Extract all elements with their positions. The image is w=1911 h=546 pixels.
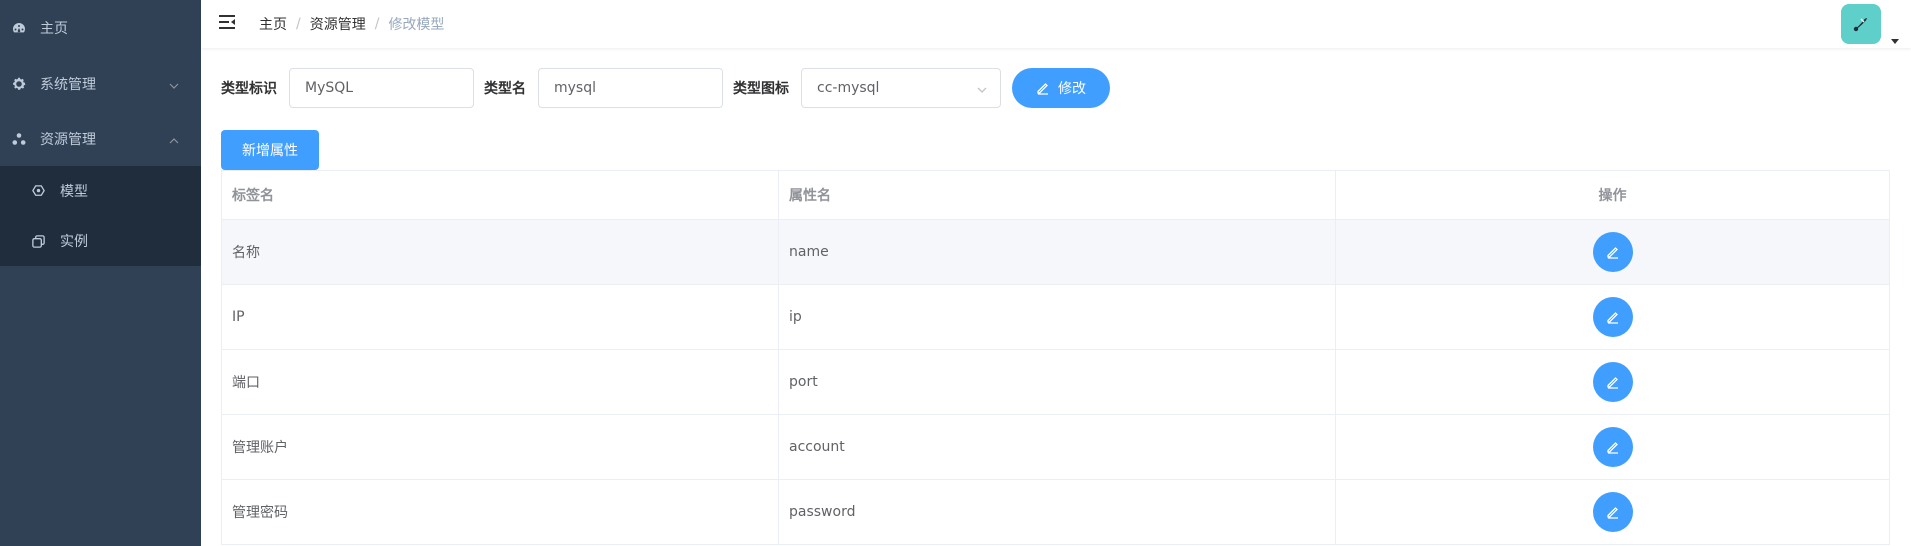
type-icon-value: cc-mysql — [817, 80, 880, 96]
actions-cell — [1336, 350, 1889, 414]
breadcrumb: 主页 / 资源管理 / 修改模型 — [259, 14, 444, 34]
sidebar-item-label: 资源管理 — [40, 132, 96, 148]
breadcrumb-separator: / — [296, 16, 301, 32]
attr-cell: password — [779, 480, 1336, 544]
column-header-attr: 属性名 — [779, 171, 1336, 219]
avatar[interactable] — [1841, 4, 1881, 44]
sidebar-item-label: 主页 — [40, 21, 68, 37]
sidebar-item-label: 实例 — [60, 234, 88, 250]
breadcrumb-current: 修改模型 — [388, 17, 445, 33]
resources-submenu: 模型 实例 — [0, 166, 201, 266]
edit-row-button[interactable] — [1592, 297, 1633, 337]
attr-cell: account — [779, 415, 1336, 479]
tag-cell: 管理密码 — [222, 480, 779, 544]
gear-icon — [10, 75, 28, 93]
sidebar-item-instance[interactable]: 实例 — [0, 216, 201, 266]
tag-cell: 管理账户 — [222, 415, 779, 479]
attribute-table: 标签名 属性名 操作 名称 name IP ip 端口 port 管理账户 ac… — [221, 170, 1890, 545]
sidebar-item-label: 系统管理 — [40, 77, 96, 93]
type-id-input[interactable]: MySQL — [289, 68, 474, 108]
menu-fold-icon[interactable] — [218, 13, 236, 31]
chevron-up-icon — [169, 134, 179, 144]
breadcrumb-resources[interactable]: 资源管理 — [310, 14, 366, 34]
edit-icon — [1606, 442, 1618, 454]
tag-cell: 端口 — [222, 350, 779, 414]
table-row: IP ip — [222, 285, 1889, 350]
app: 主页 系统管理 资源管理 模型 实例 主页 / 资源管理 / 修改模型 类型标识… — [0, 0, 1911, 546]
actions-cell — [1336, 415, 1889, 479]
type-name-label: 类型名 — [484, 81, 526, 97]
type-id-label: 类型标识 — [221, 81, 277, 97]
column-header-tag: 标签名 — [222, 171, 779, 219]
tag-cell: IP — [222, 285, 779, 349]
edit-icon — [1606, 312, 1618, 324]
column-header-actions: 操作 — [1598, 188, 1627, 204]
add-attribute-button[interactable]: 新增属性 — [221, 130, 319, 170]
dashboard-icon — [10, 19, 28, 37]
model-form: 类型标识 MySQL 类型名 mysql 类型图标 cc-mysql 修改 — [221, 68, 1110, 108]
chevron-down-icon — [169, 79, 179, 89]
sidebar-item-model[interactable]: 模型 — [0, 166, 201, 216]
sidebar-item-resources[interactable]: 资源管理 — [0, 111, 201, 167]
attr-cell: ip — [779, 285, 1336, 349]
actions-cell — [1336, 220, 1889, 284]
caret-down-icon[interactable] — [1891, 30, 1899, 44]
type-name-input[interactable]: mysql — [538, 68, 723, 108]
edit-icon — [1606, 507, 1618, 519]
attr-cell: name — [779, 220, 1336, 284]
cluster-icon — [10, 130, 28, 148]
navbar: 主页 / 资源管理 / 修改模型 — [201, 0, 1911, 48]
actions-cell — [1336, 285, 1889, 349]
actions-cell — [1336, 480, 1889, 544]
sidebar-item-home[interactable]: 主页 — [0, 0, 201, 56]
tag-cell: 名称 — [222, 220, 779, 284]
type-icon-label: 类型图标 — [733, 81, 789, 97]
modify-button-label: 修改 — [1058, 81, 1086, 97]
sidebar-item-label: 模型 — [60, 184, 88, 200]
edit-icon — [1606, 247, 1618, 259]
modify-button[interactable]: 修改 — [1012, 68, 1110, 108]
model-icon — [30, 183, 46, 199]
edit-icon — [1606, 377, 1618, 389]
sidebar: 主页 系统管理 资源管理 模型 实例 — [0, 0, 201, 546]
table-row: 管理账户 account — [222, 415, 1889, 480]
edit-row-button[interactable] — [1592, 232, 1633, 272]
chevron-down-icon — [976, 84, 988, 96]
avatar-image — [1853, 18, 1867, 32]
attr-cell: port — [779, 350, 1336, 414]
breadcrumb-home[interactable]: 主页 — [259, 14, 287, 34]
edit-icon — [1037, 83, 1048, 95]
sidebar-item-system[interactable]: 系统管理 — [0, 56, 201, 112]
edit-row-button[interactable] — [1592, 362, 1633, 402]
type-icon-select[interactable]: cc-mysql — [801, 68, 1001, 108]
edit-row-button[interactable] — [1592, 492, 1633, 532]
breadcrumb-separator: / — [374, 16, 380, 32]
table-row: 名称 name — [222, 220, 1889, 285]
table-row: 管理密码 password — [222, 480, 1889, 545]
table-header: 标签名 属性名 操作 — [222, 171, 1889, 220]
edit-row-button[interactable] — [1592, 427, 1633, 467]
copy-icon — [30, 233, 46, 249]
table-row: 端口 port — [222, 350, 1889, 415]
